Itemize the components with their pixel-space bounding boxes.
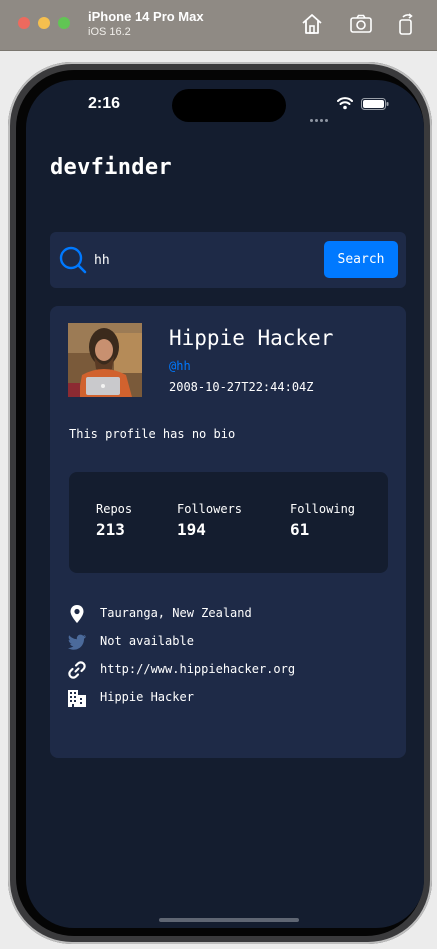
company-building-icon [67, 688, 87, 708]
device-name: iPhone 14 Pro Max [88, 9, 204, 24]
location-text: Tauranga, New Zealand [100, 606, 252, 620]
home-icon[interactable] [300, 12, 324, 36]
avatar [68, 323, 142, 397]
search-icon [59, 246, 87, 274]
twitter-icon [67, 632, 87, 652]
dynamic-island [172, 89, 286, 122]
stat-value: 194 [177, 520, 206, 539]
app-screen: 2:16 devfinder Search [26, 80, 424, 928]
stat-value: 61 [290, 520, 310, 539]
location-pin-icon [67, 604, 87, 624]
wifi-icon [337, 97, 353, 110]
home-indicator[interactable] [159, 918, 299, 922]
stat-followers: Followers 194 [177, 502, 242, 539]
blog-link[interactable]: http://www.hippiehacker.org [100, 662, 295, 676]
cellular-signal-icon [310, 107, 330, 126]
close-window-button[interactable] [18, 17, 30, 29]
stat-following: Following 61 [290, 502, 355, 539]
search-input[interactable] [94, 244, 314, 276]
profile-joined-date: 2008-10-27T22:44:04Z [169, 380, 314, 394]
search-bar: Search [50, 232, 406, 288]
twitter-text: Not available [100, 634, 194, 648]
os-version: iOS 16.2 [88, 26, 131, 38]
simulator-title-bar: iPhone 14 Pro Max iOS 16.2 [0, 0, 437, 51]
rotate-icon[interactable] [394, 12, 418, 36]
screenshot-icon[interactable] [349, 12, 373, 36]
stat-label: Repos [96, 502, 133, 516]
status-time: 2:16 [88, 95, 121, 112]
app-title: devfinder [50, 155, 172, 180]
battery-icon [361, 98, 389, 110]
link-icon [67, 660, 87, 680]
minimize-window-button[interactable] [38, 17, 50, 29]
stat-repos: Repos 213 [96, 502, 132, 539]
company-text: Hippie Hacker [100, 690, 194, 704]
profile-card: Hippie Hacker @hh 2008-10-27T22:44:04Z T… [50, 306, 406, 758]
profile-bio: This profile has no bio [69, 427, 236, 441]
stats-panel: Repos 213 Followers 194 Following 61 [69, 472, 388, 573]
stat-label: Followers [177, 502, 243, 516]
zoom-window-button[interactable] [58, 17, 70, 29]
profile-name: Hippie Hacker [169, 326, 334, 350]
stat-label: Following [290, 502, 356, 516]
stat-value: 213 [96, 520, 125, 539]
search-button[interactable]: Search [324, 241, 398, 278]
profile-login-link[interactable]: @hh [169, 359, 191, 373]
